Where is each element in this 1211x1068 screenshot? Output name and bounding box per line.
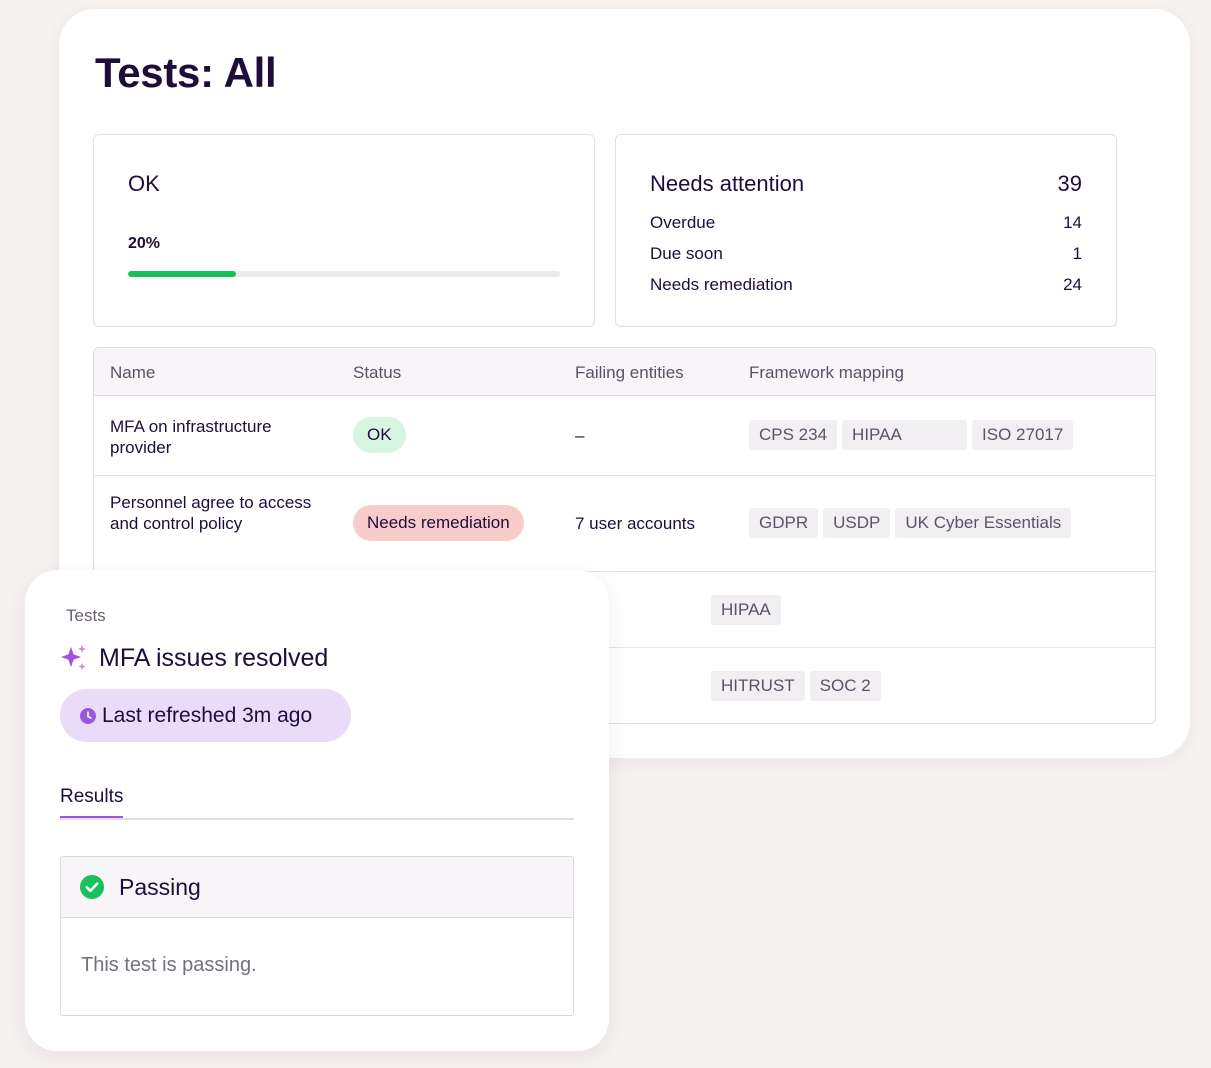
column-header-status[interactable]: Status <box>353 363 401 383</box>
detail-title-row: MFA issues resolved <box>59 643 328 673</box>
framework-tags: CPS 234 HIPAA ISO 27017 <box>749 420 1074 450</box>
attention-row-label: Needs remediation <box>650 275 793 294</box>
detail-kicker: Tests <box>66 606 106 625</box>
result-header: Passing <box>61 857 573 918</box>
needs-attention-total: 39 <box>1057 171 1082 196</box>
status-badge-ok: OK <box>353 417 406 453</box>
test-detail-card: Tests MFA issues resolved Last refreshed… <box>25 570 609 1051</box>
attention-row-count: 24 <box>1063 275 1082 294</box>
last-refreshed-badge[interactable]: Last refreshed 3m ago <box>60 689 351 742</box>
failing-entities: 7 user accounts <box>575 514 696 533</box>
detail-title: MFA issues resolved <box>99 643 329 672</box>
table-row[interactable]: MFA on infrastructure provider OK – CPS … <box>94 396 1155 476</box>
framework-tag: GDPR <box>749 508 819 538</box>
failing-entities: – <box>575 426 585 445</box>
framework-tag: USDP <box>823 508 891 538</box>
ok-stat-label: OK <box>128 171 160 196</box>
column-header-failing-entities[interactable]: Failing entities <box>575 363 684 383</box>
framework-tags: HIPAA <box>711 595 781 625</box>
framework-tag: SOC 2 <box>809 671 881 701</box>
framework-tag: HIPAA <box>842 420 968 450</box>
ok-progress-fill <box>128 271 236 277</box>
attention-row-count: 14 <box>1063 213 1082 232</box>
result-panel: Passing This test is passing. <box>60 856 574 1016</box>
result-status: Passing <box>119 873 201 900</box>
framework-tag: HITRUST <box>711 671 805 701</box>
framework-tag: HIPAA <box>711 595 781 625</box>
table-header: Name Status Failing entities Framework m… <box>94 348 1155 396</box>
clock-icon <box>80 707 96 724</box>
ok-stat-card[interactable]: OK 20% <box>93 134 595 327</box>
needs-attention-label: Needs attention <box>650 171 805 196</box>
page-title: Tests: All <box>95 49 277 96</box>
attention-row-count: 1 <box>1072 244 1082 263</box>
framework-tag: ISO 27017 <box>972 420 1074 450</box>
last-refreshed-label: Last refreshed 3m ago <box>102 703 313 727</box>
ok-stat-percent: 20% <box>128 235 161 252</box>
attention-row-label: Due soon <box>650 244 723 263</box>
tab-results[interactable]: Results <box>60 786 124 819</box>
column-header-name[interactable]: Name <box>110 363 155 383</box>
result-description: This test is passing. <box>81 954 257 976</box>
framework-tags: HITRUST SOC 2 <box>711 671 881 701</box>
table-row[interactable]: Personnel agree to access and control po… <box>94 476 1155 572</box>
test-name: Personnel agree to access and control po… <box>110 493 312 533</box>
ok-progress-bar <box>128 271 560 277</box>
check-circle-icon <box>80 875 104 899</box>
attention-row-overdue[interactable]: Overdue 14 <box>650 213 1082 235</box>
framework-tag: CPS 234 <box>749 420 838 450</box>
attention-row-needs-remediation[interactable]: Needs remediation 24 <box>650 275 1082 297</box>
framework-tags: GDPR USDP UK Cyber Essentials <box>749 508 1072 538</box>
stage: Tests: All OK 20% Needs attention 39 Ove… <box>0 0 1211 1068</box>
sparkle-icon <box>59 643 89 673</box>
tab-divider <box>60 818 574 820</box>
attention-row-label: Overdue <box>650 213 716 232</box>
framework-tag: UK Cyber Essentials <box>895 508 1072 538</box>
test-name: MFA on infrastructure provider <box>110 417 272 457</box>
column-header-framework-mapping[interactable]: Framework mapping <box>749 363 904 383</box>
attention-row-due-soon[interactable]: Due soon 1 <box>650 244 1082 266</box>
status-badge-needs-remediation: Needs remediation <box>353 505 524 541</box>
needs-attention-card[interactable]: Needs attention 39 Overdue 14 Due soon 1… <box>615 134 1117 327</box>
